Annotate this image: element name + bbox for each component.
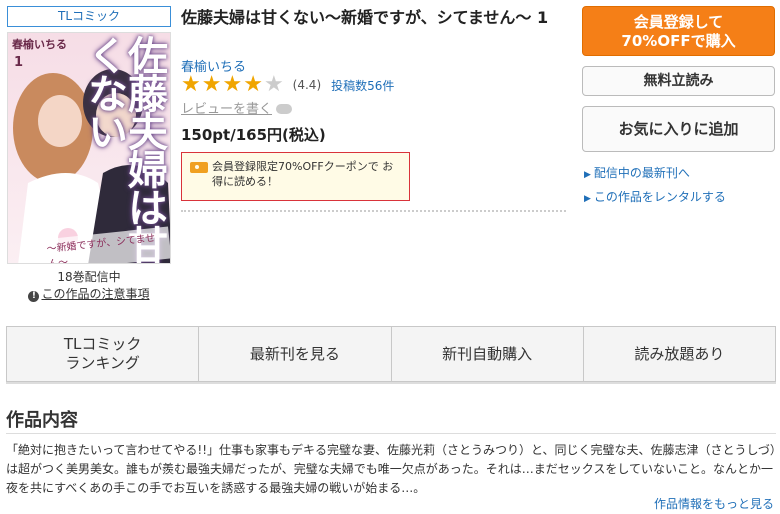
tab-unlimited-label: 読み放題あり — [634, 344, 725, 363]
star-icon: ★ — [201, 72, 222, 97]
rental-link[interactable]: ▶ この作品をレンタルする — [584, 188, 726, 205]
notice-link-label: この作品の注意事項 — [41, 287, 150, 301]
speech-bubble-icon — [276, 104, 293, 114]
star-icon: ★ — [222, 72, 243, 97]
rating-value: (4.4) — [292, 78, 322, 92]
review-count-link[interactable]: 投稿数56件 — [331, 77, 394, 94]
tab-latest-volume[interactable]: 最新刊を見る — [199, 327, 392, 381]
tab-latest-label: 最新刊を見る — [249, 344, 340, 363]
tab-auto-purchase[interactable]: 新刊自動購入 — [392, 327, 584, 381]
register-purchase-button[interactable]: 会員登録して 70%OFFで購入 — [582, 6, 775, 56]
star-icon: ★ — [181, 72, 201, 97]
write-review-link[interactable]: レビューを書く — [181, 98, 293, 117]
rating-stars: ★ ★ ★ ★ ★ — [181, 74, 285, 96]
register-button-line1: 会員登録して — [633, 13, 724, 31]
tab-auto-purchase-label: 新刊自動購入 — [442, 344, 533, 363]
latest-volume-link[interactable]: ▶ 配信中の最新刊へ — [584, 164, 690, 181]
section-title: 作品内容 — [6, 410, 78, 431]
page-title: 佐藤夫婦は甘くない〜新婚ですが、シてません〜 1 — [181, 8, 549, 27]
tabs-shadow — [6, 382, 776, 384]
tab-ranking[interactable]: TLコミック ランキング — [7, 327, 200, 381]
free-trial-button[interactable]: 無料立読み — [582, 66, 775, 96]
cover-image[interactable]: 春榆いちる 1 佐藤夫婦は甘くない 〜新婚ですが、シてません〜 — [7, 32, 171, 264]
distribution-count: 18巻配信中 — [57, 270, 121, 284]
notice-link[interactable]: ! この作品の注意事項 — [7, 285, 171, 302]
action-tabs: TLコミック ランキング 最新刊を見る 新刊自動購入 読み放題あり — [6, 326, 776, 382]
coupon-text: 会員登録限定70%OFFクーポンで お得に読める！ — [212, 160, 394, 188]
triangle-right-icon: ▶ — [584, 170, 591, 180]
coupon-banner[interactable]: 会員登録限定70%OFFクーポンで お得に読める！ — [181, 152, 410, 201]
tab-ranking-line1: TLコミック — [63, 335, 142, 353]
more-info-link[interactable]: 作品情報をもっと見る — [654, 495, 774, 512]
latest-volume-label: 配信中の最新刊へ — [593, 166, 690, 180]
ticket-icon — [190, 162, 208, 173]
info-icon: ! — [28, 291, 40, 302]
star-icon: ★ — [243, 72, 263, 97]
rental-label: この作品をレンタルする — [593, 190, 726, 204]
cover-author: 春榆いちる — [12, 38, 67, 51]
divider — [181, 210, 566, 212]
cover-volume: 1 — [14, 55, 24, 70]
price: 150pt/165円(税込) — [181, 126, 326, 144]
tab-ranking-line2: ランキング — [65, 354, 140, 372]
genre-tag[interactable]: TLコミック — [7, 6, 171, 27]
register-button-line2: 70%OFFで購入 — [621, 32, 736, 50]
rating-row: ★ ★ ★ ★ ★ (4.4) 投稿数56件 — [181, 74, 394, 96]
triangle-right-icon: ▶ — [584, 194, 591, 204]
synopsis: 「絶対に抱きたいって言わせてやる!!」仕事も家事もデキる完璧な妻、佐藤光莉（さと… — [6, 443, 776, 495]
add-favorite-button[interactable]: お気に入りに追加 — [582, 106, 775, 152]
tab-unlimited[interactable]: 読み放題あり — [584, 327, 775, 381]
star-icon: ★ — [263, 72, 284, 97]
section-divider — [6, 433, 776, 434]
write-review-label: レビューを書く — [181, 102, 273, 117]
